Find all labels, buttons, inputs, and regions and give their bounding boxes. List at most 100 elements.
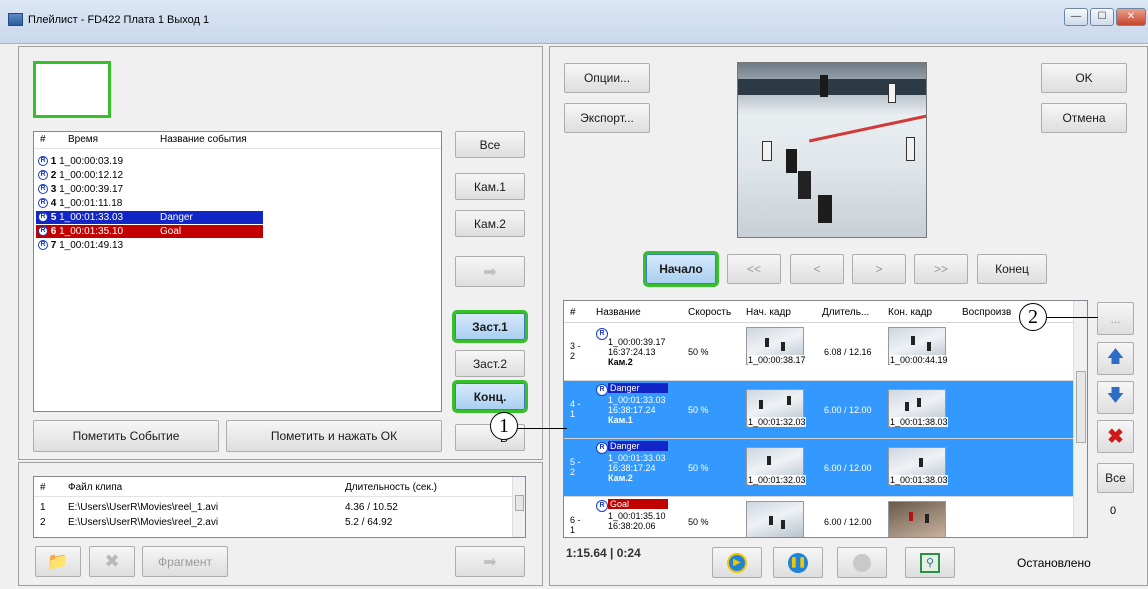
status-label: Остановлено: [1017, 556, 1091, 570]
play-button[interactable]: ▶: [712, 547, 762, 578]
delete-button[interactable]: ✖: [1097, 420, 1134, 453]
col-speed: Скорость: [688, 307, 732, 318]
list-item[interactable]: R 6 1_00:01:35.10 Goal: [36, 225, 263, 238]
col-clip-num: #: [40, 482, 46, 493]
r-badge-icon: R: [38, 184, 48, 195]
list-item[interactable]: R 4 1_00:01:11.18: [36, 197, 263, 210]
list-item[interactable]: R 5 1_00:01:33.03 Danger: [36, 211, 263, 224]
event-tag: Danger: [608, 441, 668, 451]
cam1-button[interactable]: Кам.1: [455, 173, 525, 200]
event-tag: Goal: [608, 499, 668, 509]
col-num: #: [570, 307, 576, 318]
r-badge-icon: R: [596, 442, 608, 454]
start-frame-thumbnail: 1_00:01:32.03: [746, 447, 806, 485]
r-badge-icon: R: [38, 226, 48, 237]
event-tag: Danger: [608, 383, 668, 393]
magnifier-icon: ⚲: [920, 552, 940, 573]
end-frame-thumbnail: 1_00:01:38.03: [888, 389, 948, 427]
clips-list[interactable]: # Файл клипа Длительность (сек.) 1 E:\Use…: [33, 476, 526, 538]
video-preview: [737, 62, 927, 238]
delete-x-icon: ✖: [1107, 426, 1124, 448]
list-item[interactable]: R 3 1_00:00:39.17: [36, 183, 263, 196]
prev-fast-button: <<: [727, 254, 781, 284]
zast2-button[interactable]: Заст.2: [455, 350, 525, 377]
cam2-button[interactable]: Кам.2: [455, 210, 525, 237]
konts-button[interactable]: Конц.: [452, 380, 528, 413]
play-icon: ▶: [727, 552, 747, 573]
options-button[interactable]: Опции...: [564, 63, 650, 93]
mark-and-ok-button[interactable]: Пометить и нажать ОК: [226, 420, 442, 452]
r-badge-icon: R: [38, 170, 48, 181]
table-row[interactable]: 6 - 1 R Goal 1_00:01:35.10 16:38:20.06 5…: [564, 497, 1073, 537]
add-clip-button[interactable]: 📁: [35, 546, 81, 577]
app-icon: [8, 13, 23, 26]
next-fast-button: >>: [914, 254, 968, 284]
all-button[interactable]: Все: [455, 131, 525, 158]
arrow-down-icon: 🡇: [1106, 386, 1125, 405]
end-button[interactable]: Конец: [977, 254, 1047, 284]
player-figure: [798, 171, 811, 199]
player-figure: [906, 137, 915, 161]
start-frame-thumbnail: 1_00:01:32.03: [746, 389, 806, 427]
col-event-name: Название события: [160, 134, 247, 145]
col-name: Название: [596, 307, 641, 318]
zoom-preview-button[interactable]: ⚲: [905, 547, 955, 578]
r-badge-icon: R: [38, 198, 48, 209]
add-clip-to-playlist-button: ➡: [455, 546, 525, 577]
callout-two: 2: [1019, 303, 1047, 331]
title-bar: Плейлист - FD422 Плата 1 Выход 1 — ☐ ✕: [0, 0, 1148, 44]
stop-button: [837, 547, 887, 578]
scroll-thumb[interactable]: [1076, 371, 1086, 443]
table-row[interactable]: 5 - 2 R Danger 1_00:01:33.03 16:38:17.24…: [564, 439, 1073, 497]
next-button: >: [852, 254, 906, 284]
close-icon: ✖: [104, 551, 120, 571]
r-badge-icon: R: [38, 240, 48, 251]
close-button[interactable]: ✕: [1116, 8, 1146, 26]
select-all-button[interactable]: Все: [1097, 463, 1134, 493]
move-down-button[interactable]: 🡇: [1097, 381, 1134, 414]
zast1-button[interactable]: Заст.1: [452, 310, 528, 343]
col-clip-duration: Длительность (сек.): [345, 482, 437, 493]
r-badge-icon: R: [596, 328, 608, 340]
r-badge-icon: R: [38, 156, 48, 167]
minimize-button[interactable]: —: [1064, 8, 1088, 26]
list-item[interactable]: 1 E:\Users\UserR\Movies\reel_1.avi 4.36 / …: [40, 502, 500, 513]
col-time: Время: [68, 134, 99, 145]
cancel-button[interactable]: Отмена: [1041, 103, 1127, 133]
start-frame-thumbnail: [746, 501, 804, 537]
callout-one: 1: [490, 412, 518, 440]
col-duration: Длитель...: [822, 307, 870, 318]
start-button[interactable]: Начало: [643, 251, 719, 287]
pause-button[interactable]: ❚❚: [773, 547, 823, 578]
mark-event-button[interactable]: Пометить Событие: [33, 420, 219, 452]
events-list-header: # Время Название события: [34, 132, 441, 149]
player-figure: [762, 141, 772, 161]
col-end-frame: Кон. кадр: [888, 307, 933, 318]
add-to-playlist-button: ➡: [455, 256, 525, 287]
playlist-grid[interactable]: # Название Скорость Нач. кадр Длитель...…: [563, 300, 1088, 538]
clips-scrollbar[interactable]: [512, 477, 525, 537]
window-title: Плейлист - FD422 Плата 1 Выход 1: [28, 14, 210, 26]
stop-icon: [853, 553, 871, 572]
end-frame-thumbnail: [888, 501, 946, 537]
events-list[interactable]: # Время Название события R 1 1_00:00:03.…: [33, 131, 442, 412]
export-button[interactable]: Экспорт...: [564, 103, 650, 133]
scroll-thumb[interactable]: [515, 495, 524, 511]
move-up-button[interactable]: 🡅: [1097, 342, 1134, 375]
grid-scrollbar[interactable]: [1073, 301, 1087, 537]
col-num: #: [40, 134, 46, 145]
pause-icon: ❚❚: [788, 552, 808, 573]
table-row[interactable]: 4 - 1 R Danger 1_00:01:33.03 16:38:17.24…: [564, 381, 1073, 439]
list-item[interactable]: R 2 1_00:00:12.12: [36, 169, 263, 182]
clips-list-header: # Файл клипа Длительность (сек.): [34, 477, 512, 497]
ok-button[interactable]: OK: [1041, 63, 1127, 93]
list-item[interactable]: 2 E:\Users\UserR\Movies\reel_2.avi 5.2 / 6…: [40, 517, 500, 528]
list-item[interactable]: R 7 1_00:01:49.13: [36, 239, 263, 252]
table-row[interactable]: 3 - 2 R 1_00:00:39.17 16:37:24.13 Кам.2 …: [564, 323, 1073, 381]
arrow-up-icon: 🡅: [1106, 347, 1125, 366]
arrow-right-icon: ➡: [483, 263, 497, 281]
maximize-button[interactable]: ☐: [1090, 8, 1114, 26]
player-figure: [888, 83, 896, 103]
fragment-button: Фрагмент: [142, 546, 228, 577]
list-item[interactable]: R 1 1_00:00:03.19: [36, 155, 263, 168]
